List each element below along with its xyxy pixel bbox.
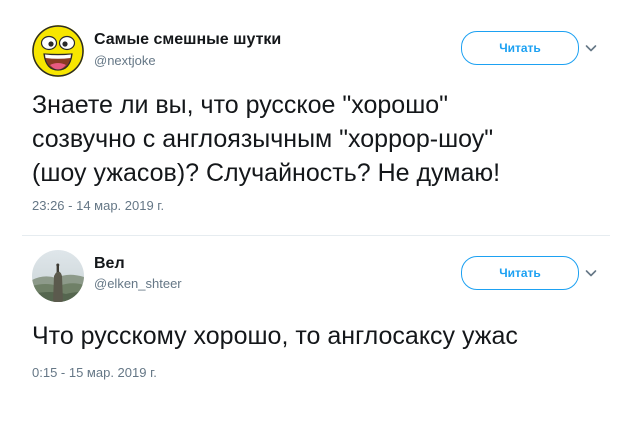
smiley-face-icon xyxy=(32,25,84,77)
avatar[interactable] xyxy=(32,250,84,302)
tweet-timestamp[interactable]: 23:26 - 14 мар. 2019 г. xyxy=(32,198,164,213)
author-name[interactable]: Вел xyxy=(94,255,125,273)
chevron-down-icon[interactable] xyxy=(584,266,598,280)
author-handle[interactable]: @elken_shteer xyxy=(94,276,182,291)
avatar[interactable] xyxy=(32,25,84,77)
chevron-down-icon[interactable] xyxy=(584,41,598,55)
tweet: Самые смешные шутки @nextjoke Читать Зна… xyxy=(0,0,640,236)
tweet-text: Знаете ли вы, что русское "хорошо" созву… xyxy=(32,91,501,187)
tweet-timestamp[interactable]: 0:15 - 15 мар. 2019 г. xyxy=(32,365,157,380)
tweet-divider xyxy=(22,235,610,236)
author-handle[interactable]: @nextjoke xyxy=(94,53,156,68)
tweet-text: Что русскому хорошо, то англосаксу ужас xyxy=(32,322,518,350)
follow-button[interactable]: Читать xyxy=(461,256,579,290)
tweet: Вел @elken_shteer Читать Что русскому хо… xyxy=(0,237,640,422)
landscape-photo-avatar xyxy=(32,250,84,302)
author-name[interactable]: Самые смешные шутки xyxy=(94,31,281,49)
follow-button[interactable]: Читать xyxy=(461,31,579,65)
